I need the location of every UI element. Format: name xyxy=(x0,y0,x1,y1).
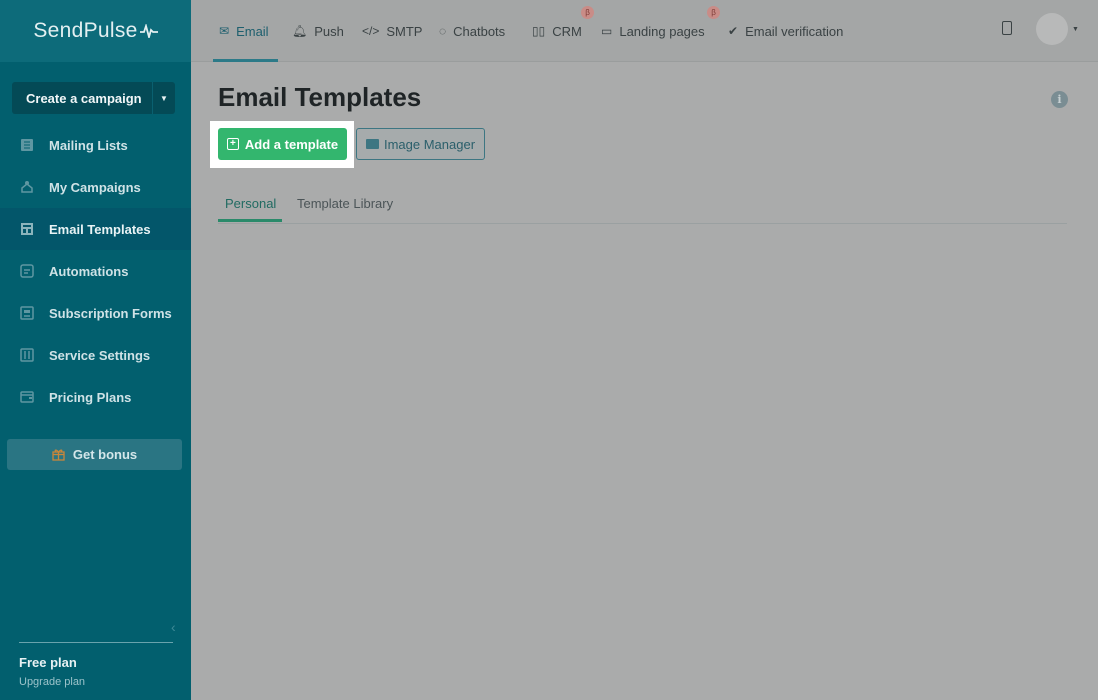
beta-badge: β xyxy=(707,6,720,19)
pulse-icon xyxy=(139,24,158,38)
logo-text: SendPulse xyxy=(33,19,138,42)
mail-icon: ✉ xyxy=(219,24,230,38)
sidebar-item-subscription-forms[interactable]: Subscription Forms xyxy=(0,292,191,334)
mobile-icon[interactable] xyxy=(1002,21,1012,35)
tab-landing-pages[interactable]: ▭ Landing pages xyxy=(601,0,705,62)
campaign-icon xyxy=(21,181,33,193)
add-template-label: Add a template xyxy=(244,136,339,152)
sidebar-item-label: Subscription Forms xyxy=(49,305,172,321)
form-icon xyxy=(20,306,34,320)
active-tab-indicator xyxy=(213,59,278,62)
info-icon[interactable]: i xyxy=(1051,91,1068,108)
subtab-label: Personal xyxy=(225,195,277,211)
plus-icon: + xyxy=(226,138,239,150)
create-campaign-button[interactable]: Create a campaign ▼ xyxy=(12,82,175,114)
page-title: Email Templates xyxy=(218,82,422,112)
tab-label: Chatbots xyxy=(453,23,506,39)
tab-label: Email verification xyxy=(745,23,844,39)
chat-icon: ◌ xyxy=(439,24,447,38)
settings-icon xyxy=(20,348,34,362)
sidebar-item-label: My Campaigns xyxy=(49,179,141,195)
gift-icon xyxy=(52,449,65,461)
wallet-icon xyxy=(20,391,34,403)
sidebar-item-email-templates[interactable]: Email Templates xyxy=(0,208,191,250)
tab-label: SMTP xyxy=(386,23,423,39)
collapse-sidebar-icon[interactable]: ‹ xyxy=(171,619,176,635)
tab-label: Landing pages xyxy=(619,23,705,39)
sidebar-item-label: Service Settings xyxy=(49,347,151,363)
logo[interactable]: SendPulse xyxy=(0,0,191,62)
template-subtabs: Personal Template Library xyxy=(218,183,1067,224)
landing-icon: ▭ xyxy=(601,24,613,38)
add-template-button[interactable]: + Add a template xyxy=(218,128,347,160)
get-bonus-button[interactable]: Get bonus xyxy=(7,439,182,470)
tab-email-verification[interactable]: ✔ Email verification xyxy=(728,0,843,62)
subtab-label: Template Library xyxy=(297,195,394,211)
sidebar-nav: Mailing Lists My Campaigns Email Templat… xyxy=(0,124,191,418)
list-icon xyxy=(21,139,33,151)
code-icon: </> xyxy=(362,24,380,38)
tab-crm[interactable]: ▯▯ CRM xyxy=(532,0,582,62)
tab-smtp[interactable]: </> SMTP xyxy=(362,0,422,62)
sidebar-item-label: Automations xyxy=(49,263,129,279)
active-subtab-indicator xyxy=(218,219,282,222)
folder-icon xyxy=(365,139,379,149)
image-manager-button[interactable]: Image Manager xyxy=(356,128,485,160)
template-icon xyxy=(21,223,33,235)
sidebar-divider xyxy=(19,642,173,643)
sidebar-item-label: Email Templates xyxy=(49,221,151,237)
image-manager-label: Image Manager xyxy=(383,136,476,152)
bell-icon: 🔔︎ xyxy=(292,24,308,38)
automation-icon xyxy=(20,264,34,278)
sidebar-item-automations[interactable]: Automations xyxy=(0,250,191,292)
plan-name: Free plan xyxy=(19,655,77,670)
upgrade-plan-link[interactable]: Upgrade plan xyxy=(19,676,85,688)
sidebar-item-mailing-lists[interactable]: Mailing Lists xyxy=(0,124,191,166)
sidebar-item-pricing-plans[interactable]: Pricing Plans xyxy=(0,376,191,418)
create-campaign-label: Create a campaign xyxy=(26,90,142,106)
beta-badge: β xyxy=(581,6,594,19)
tab-template-library[interactable]: Template Library xyxy=(297,183,393,223)
avatar[interactable] xyxy=(1036,13,1068,45)
sidebar: SendPulse Create a campaign ▼ Mailing Li… xyxy=(0,0,191,700)
tab-email[interactable]: ✉ Email xyxy=(219,0,269,62)
tab-label: Push xyxy=(314,23,344,39)
tab-label: Email xyxy=(236,23,269,39)
tab-label: CRM xyxy=(552,23,582,39)
sidebar-item-label: Mailing Lists xyxy=(49,137,128,153)
chevron-down-icon[interactable]: ▼ xyxy=(152,82,175,114)
top-navigation: ✉ Email 🔔︎ Push </> SMTP ◌ Chatbots ▯▯ C… xyxy=(191,0,1098,62)
crm-icon: ▯▯ xyxy=(532,24,546,38)
tab-chatbots[interactable]: ◌ Chatbots xyxy=(439,0,505,62)
chevron-down-icon[interactable]: ▼ xyxy=(1072,26,1079,33)
get-bonus-label: Get bonus xyxy=(72,447,138,462)
sidebar-item-service-settings[interactable]: Service Settings xyxy=(0,334,191,376)
check-circle-icon: ✔ xyxy=(728,24,739,38)
sidebar-item-my-campaigns[interactable]: My Campaigns xyxy=(0,166,191,208)
sidebar-item-label: Pricing Plans xyxy=(49,389,132,405)
tab-push[interactable]: 🔔︎ Push xyxy=(292,0,344,62)
tab-personal[interactable]: Personal xyxy=(225,183,276,223)
